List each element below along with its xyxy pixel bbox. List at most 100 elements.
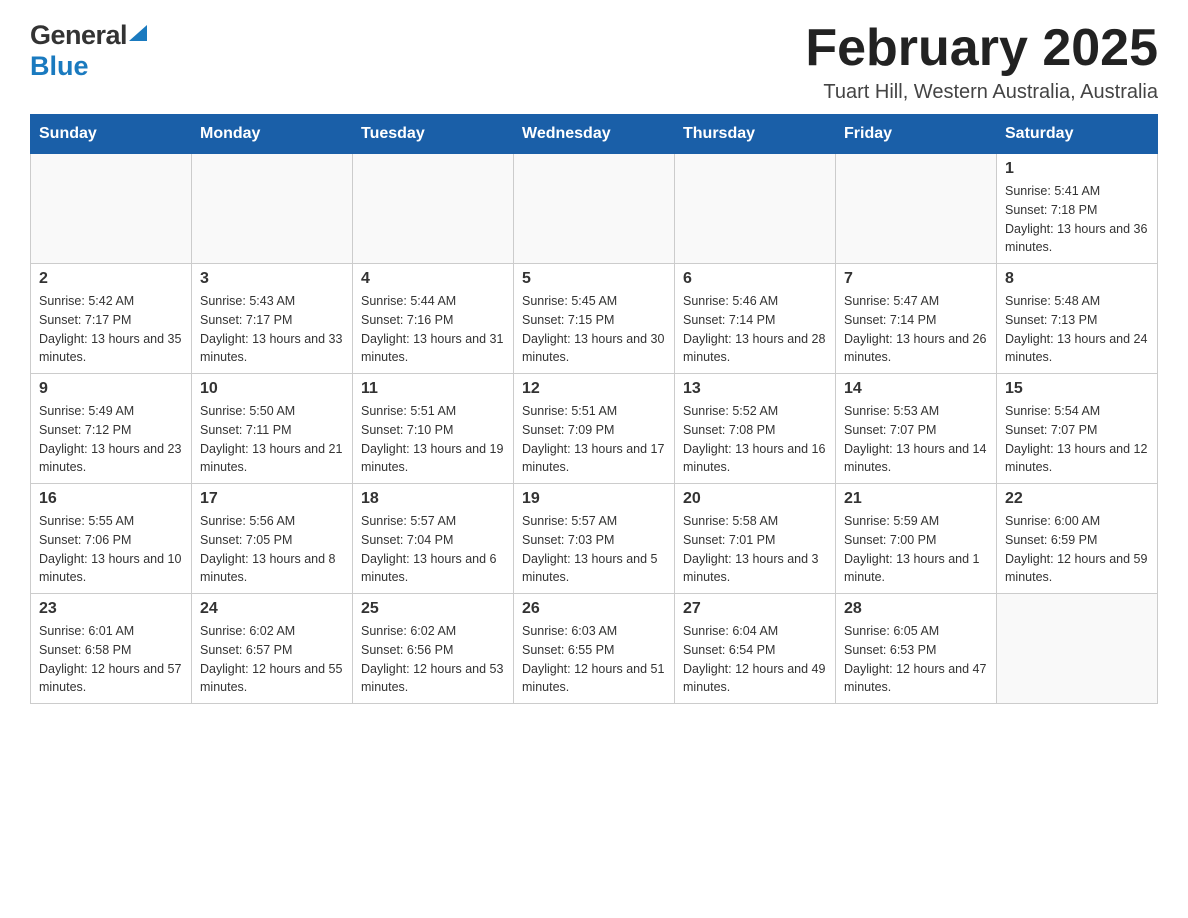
logo: General Blue — [30, 20, 147, 82]
calendar-week-1: 1 Sunrise: 5:41 AM Sunset: 7:18 PM Daylig… — [31, 154, 1158, 264]
day-info: Sunrise: 5:55 AM Sunset: 7:06 PM Dayligh… — [39, 514, 181, 584]
day-number: 23 — [39, 600, 183, 618]
day-number: 21 — [844, 490, 988, 508]
calendar-header: SundayMondayTuesdayWednesdayThursdayFrid… — [31, 115, 1158, 154]
calendar-cell — [997, 594, 1158, 704]
calendar-cell: 24 Sunrise: 6:02 AM Sunset: 6:57 PM Dayli… — [192, 594, 353, 704]
calendar-cell: 22 Sunrise: 6:00 AM Sunset: 6:59 PM Dayli… — [997, 484, 1158, 594]
calendar-cell: 6 Sunrise: 5:46 AM Sunset: 7:14 PM Daylig… — [675, 264, 836, 374]
calendar-cell: 26 Sunrise: 6:03 AM Sunset: 6:55 PM Dayli… — [514, 594, 675, 704]
logo-blue-text: Blue — [30, 51, 89, 82]
calendar-cell: 18Sunrise: 5:57 AM Sunset: 7:04 PM Dayli… — [353, 484, 514, 594]
day-number: 11 — [361, 380, 505, 398]
day-info: Sunrise: 5:42 AM Sunset: 7:17 PM Dayligh… — [39, 294, 181, 364]
weekday-header-sunday: Sunday — [31, 115, 192, 154]
day-info: Sunrise: 6:00 AM Sunset: 6:59 PM Dayligh… — [1005, 514, 1147, 584]
day-info: Sunrise: 6:02 AM Sunset: 6:57 PM Dayligh… — [200, 624, 342, 694]
weekday-header-monday: Monday — [192, 115, 353, 154]
calendar-body: 1 Sunrise: 5:41 AM Sunset: 7:18 PM Daylig… — [31, 154, 1158, 704]
calendar-cell: 5 Sunrise: 5:45 AM Sunset: 7:15 PM Daylig… — [514, 264, 675, 374]
day-info: Sunrise: 5:53 AM Sunset: 7:07 PM Dayligh… — [844, 404, 986, 474]
day-number: 6 — [683, 270, 827, 288]
weekday-header-tuesday: Tuesday — [353, 115, 514, 154]
day-info: Sunrise: 5:50 AM Sunset: 7:11 PM Dayligh… — [200, 404, 342, 474]
title-area: February 2025 Tuart Hill, Western Austra… — [805, 20, 1158, 104]
calendar-cell: 13 Sunrise: 5:52 AM Sunset: 7:08 PM Dayli… — [675, 374, 836, 484]
day-info: Sunrise: 6:02 AM Sunset: 6:56 PM Dayligh… — [361, 624, 503, 694]
page-header: General Blue February 2025 Tuart Hill, W… — [30, 20, 1158, 104]
day-number: 9 — [39, 380, 183, 398]
calendar-cell: 28 Sunrise: 6:05 AM Sunset: 6:53 PM Dayli… — [836, 594, 997, 704]
calendar-cell — [353, 154, 514, 264]
calendar-cell: 7 Sunrise: 5:47 AM Sunset: 7:14 PM Daylig… — [836, 264, 997, 374]
day-number: 1 — [1005, 160, 1149, 178]
day-number: 12 — [522, 380, 666, 398]
calendar-cell: 20 Sunrise: 5:58 AM Sunset: 7:01 PM Dayli… — [675, 484, 836, 594]
logo-triangle-icon — [129, 25, 147, 46]
calendar-cell: 2 Sunrise: 5:42 AM Sunset: 7:17 PM Daylig… — [31, 264, 192, 374]
weekday-header-thursday: Thursday — [675, 115, 836, 154]
day-info: Sunrise: 5:47 AM Sunset: 7:14 PM Dayligh… — [844, 294, 986, 364]
day-number: 13 — [683, 380, 827, 398]
calendar-cell: 21 Sunrise: 5:59 AM Sunset: 7:00 PM Dayli… — [836, 484, 997, 594]
day-info: Sunrise: 6:04 AM Sunset: 6:54 PM Dayligh… — [683, 624, 825, 694]
calendar-cell: 8 Sunrise: 5:48 AM Sunset: 7:13 PM Daylig… — [997, 264, 1158, 374]
calendar-cell: 19Sunrise: 5:57 AM Sunset: 7:03 PM Dayli… — [514, 484, 675, 594]
day-number: 10 — [200, 380, 344, 398]
calendar-cell: 11 Sunrise: 5:51 AM Sunset: 7:10 PM Dayli… — [353, 374, 514, 484]
day-info: Sunrise: 6:03 AM Sunset: 6:55 PM Dayligh… — [522, 624, 664, 694]
day-info: Sunrise: 5:58 AM Sunset: 7:01 PM Dayligh… — [683, 514, 819, 584]
day-number: 27 — [683, 600, 827, 618]
day-info: Sunrise: 5:57 AM Sunset: 7:03 PM Dayligh… — [522, 514, 658, 584]
day-info: Sunrise: 5:51 AM Sunset: 7:10 PM Dayligh… — [361, 404, 503, 474]
day-number: 16 — [39, 490, 183, 508]
calendar-cell — [514, 154, 675, 264]
day-number: 26 — [522, 600, 666, 618]
day-info: Sunrise: 5:52 AM Sunset: 7:08 PM Dayligh… — [683, 404, 825, 474]
day-number: 17 — [200, 490, 344, 508]
day-number: 8 — [1005, 270, 1149, 288]
calendar-cell: 27 Sunrise: 6:04 AM Sunset: 6:54 PM Dayli… — [675, 594, 836, 704]
calendar-cell: 10 Sunrise: 5:50 AM Sunset: 7:11 PM Dayli… — [192, 374, 353, 484]
calendar-cell: 4 Sunrise: 5:44 AM Sunset: 7:16 PM Daylig… — [353, 264, 514, 374]
day-number: 3 — [200, 270, 344, 288]
day-info: Sunrise: 5:41 AM Sunset: 7:18 PM Dayligh… — [1005, 184, 1147, 254]
weekday-header-row: SundayMondayTuesdayWednesdayThursdayFrid… — [31, 115, 1158, 154]
day-number: 2 — [39, 270, 183, 288]
calendar-cell: 3 Sunrise: 5:43 AM Sunset: 7:17 PM Daylig… — [192, 264, 353, 374]
day-info: Sunrise: 5:54 AM Sunset: 7:07 PM Dayligh… — [1005, 404, 1147, 474]
calendar-cell — [192, 154, 353, 264]
day-number: 25 — [361, 600, 505, 618]
day-number: 22 — [1005, 490, 1149, 508]
day-info: Sunrise: 5:43 AM Sunset: 7:17 PM Dayligh… — [200, 294, 342, 364]
calendar-cell: 17Sunrise: 5:56 AM Sunset: 7:05 PM Dayli… — [192, 484, 353, 594]
day-number: 5 — [522, 270, 666, 288]
calendar-cell — [675, 154, 836, 264]
weekday-header-saturday: Saturday — [997, 115, 1158, 154]
calendar-cell: 25 Sunrise: 6:02 AM Sunset: 6:56 PM Dayli… — [353, 594, 514, 704]
calendar-cell: 14 Sunrise: 5:53 AM Sunset: 7:07 PM Dayli… — [836, 374, 997, 484]
day-info: Sunrise: 5:44 AM Sunset: 7:16 PM Dayligh… — [361, 294, 503, 364]
calendar-cell: 23 Sunrise: 6:01 AM Sunset: 6:58 PM Dayli… — [31, 594, 192, 704]
calendar-cell: 12Sunrise: 5:51 AM Sunset: 7:09 PM Dayli… — [514, 374, 675, 484]
day-number: 7 — [844, 270, 988, 288]
calendar-cell: 1 Sunrise: 5:41 AM Sunset: 7:18 PM Daylig… — [997, 154, 1158, 264]
weekday-header-wednesday: Wednesday — [514, 115, 675, 154]
day-number: 24 — [200, 600, 344, 618]
day-info: Sunrise: 6:05 AM Sunset: 6:53 PM Dayligh… — [844, 624, 986, 694]
day-info: Sunrise: 5:48 AM Sunset: 7:13 PM Dayligh… — [1005, 294, 1147, 364]
day-info: Sunrise: 6:01 AM Sunset: 6:58 PM Dayligh… — [39, 624, 181, 694]
calendar-cell — [31, 154, 192, 264]
calendar-cell — [836, 154, 997, 264]
day-number: 14 — [844, 380, 988, 398]
page-title: February 2025 — [805, 20, 1158, 77]
calendar-week-3: 9Sunrise: 5:49 AM Sunset: 7:12 PM Daylig… — [31, 374, 1158, 484]
day-number: 28 — [844, 600, 988, 618]
day-info: Sunrise: 5:46 AM Sunset: 7:14 PM Dayligh… — [683, 294, 825, 364]
day-info: Sunrise: 5:45 AM Sunset: 7:15 PM Dayligh… — [522, 294, 664, 364]
calendar-table: SundayMondayTuesdayWednesdayThursdayFrid… — [30, 114, 1158, 704]
calendar-cell: 16 Sunrise: 5:55 AM Sunset: 7:06 PM Dayli… — [31, 484, 192, 594]
day-info: Sunrise: 5:59 AM Sunset: 7:00 PM Dayligh… — [844, 514, 980, 584]
day-number: 20 — [683, 490, 827, 508]
day-number: 4 — [361, 270, 505, 288]
